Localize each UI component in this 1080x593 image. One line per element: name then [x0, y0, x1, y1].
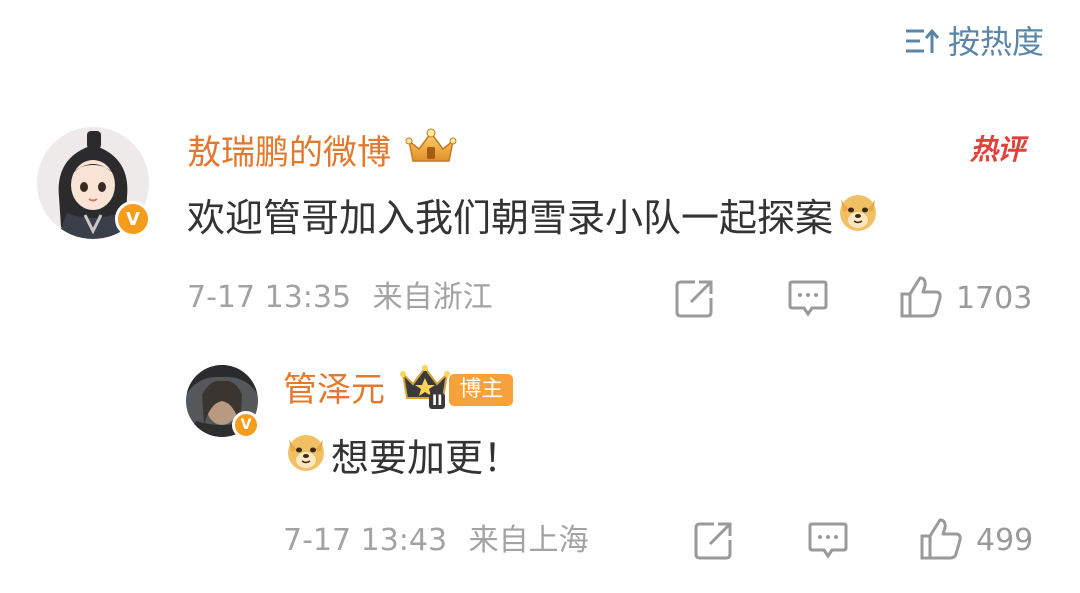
comment-text: 欢迎管哥加入我们朝雪录小队一起探案	[187, 188, 881, 247]
verified-badge-icon: V	[115, 201, 151, 237]
thumbs-up-icon	[918, 516, 964, 566]
reply-button[interactable]	[806, 518, 850, 566]
reply-meta: 7-17 13:43 来自上海	[283, 521, 589, 561]
verified-badge-icon: V	[232, 411, 260, 439]
comment-time: 7-17 13:35	[187, 280, 352, 315]
doge-emoji-icon	[835, 188, 881, 247]
like-button[interactable]: 499	[918, 516, 1033, 566]
like-count: 499	[976, 523, 1034, 558]
username-text[interactable]: 管泽元	[283, 368, 385, 412]
sort-label: 按热度	[947, 23, 1044, 61]
share-button[interactable]	[692, 518, 736, 566]
hot-comment-tag: 热评	[970, 118, 1039, 168]
reply-text: 想要加更！	[283, 428, 521, 487]
comment-text-content: 欢迎管哥加入我们朝雪录小队一起探案	[187, 195, 834, 240]
username[interactable]: 管泽元 II 博主	[283, 364, 514, 415]
sort-icon	[904, 27, 940, 57]
share-icon	[692, 518, 736, 566]
crown-level-text: II	[429, 392, 446, 409]
reply-text-content: 想要加更！	[331, 435, 522, 480]
comment-icon	[786, 276, 830, 324]
username[interactable]: 敖瑞鹏的微博	[187, 127, 457, 178]
reply-time: 7-17 13:43	[283, 523, 448, 558]
comment-icon	[806, 518, 850, 566]
doge-emoji-icon	[283, 428, 329, 487]
reply-location: 来自上海	[468, 523, 589, 558]
comment-location: 来自浙江	[372, 280, 493, 315]
like-count: 1703	[956, 281, 1033, 316]
gold-crown-icon	[405, 127, 457, 178]
like-button[interactable]: 1703	[898, 274, 1032, 324]
share-icon	[673, 276, 717, 324]
share-button[interactable]	[673, 276, 717, 324]
author-tag: 博主	[449, 373, 514, 406]
comment-meta: 7-17 13:35 来自浙江	[187, 278, 493, 318]
username-text[interactable]: 敖瑞鹏的微博	[187, 131, 391, 175]
reply-button[interactable]	[786, 276, 830, 324]
sort-by-heat-button[interactable]: 按热度	[904, 22, 1044, 62]
thumbs-up-icon	[898, 274, 944, 324]
